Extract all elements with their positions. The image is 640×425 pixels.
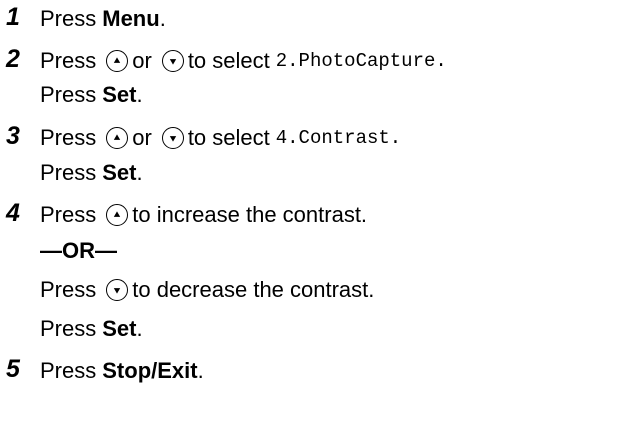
step-text: Press	[40, 6, 97, 31]
down-arrow-key-icon	[161, 127, 184, 149]
menu-item-code: 2.PhotoCapture.	[275, 50, 447, 72]
down-arrow-key-icon	[106, 279, 129, 301]
up-arrow-key-icon	[106, 50, 129, 72]
step-number: 2	[6, 45, 20, 73]
stop-exit-key-label: Stop/Exit	[102, 358, 198, 383]
step-number: 4	[6, 199, 20, 227]
set-key-label: Set	[102, 160, 137, 185]
step-number: 1	[6, 3, 20, 31]
manual-page: { "steps": [ {"num": "1", "press": "Pres…	[0, 0, 640, 425]
menu-item-code: 4.Contrast.	[275, 127, 402, 149]
step-number: 3	[6, 122, 20, 150]
up-arrow-key-icon	[106, 204, 129, 226]
set-key-label: Set	[102, 316, 137, 341]
down-arrow-key-icon	[161, 50, 184, 72]
up-arrow-key-icon	[106, 127, 129, 149]
menu-key-label: Menu	[102, 6, 160, 31]
step-number: 5	[6, 355, 20, 383]
set-key-label: Set	[102, 82, 137, 107]
